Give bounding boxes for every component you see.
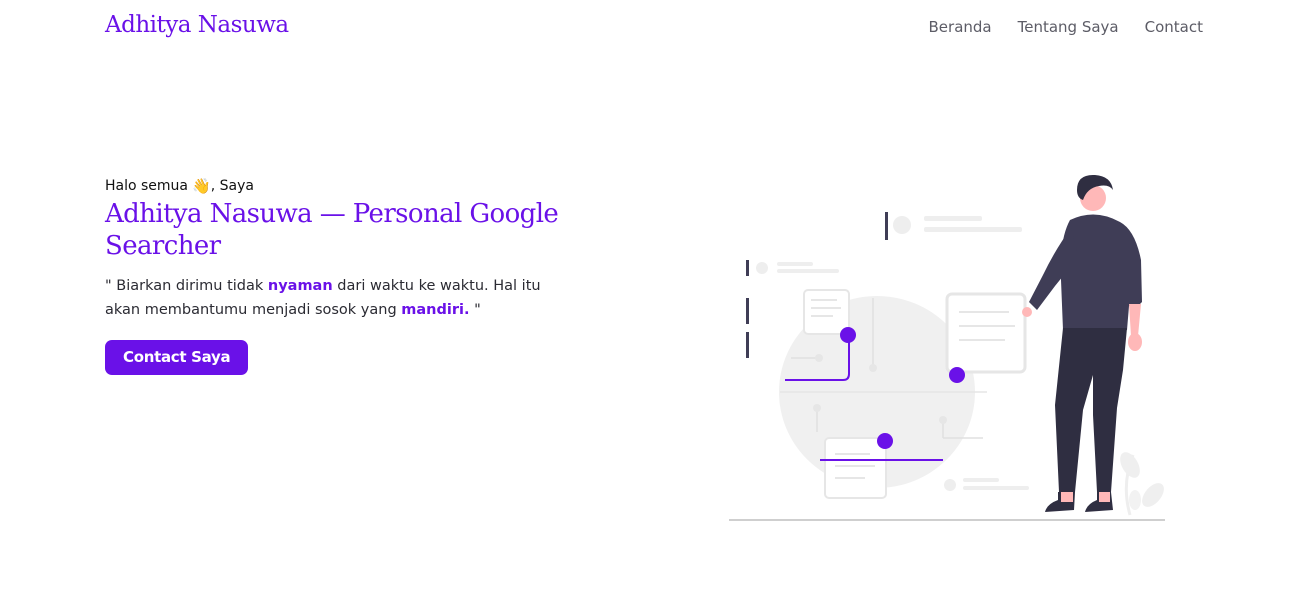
hero-quote: " Biarkan dirimu tidak nyaman dari waktu…	[105, 274, 575, 322]
navbar: Adhitya Nasuwa Beranda Tentang Saya Cont…	[0, 0, 1299, 58]
contact-button[interactable]: Contact Saya	[105, 340, 249, 375]
waving-hand-icon: 👋	[192, 176, 211, 195]
nav-link-tentang-saya[interactable]: Tentang Saya	[1018, 18, 1119, 36]
quote-highlight-nyaman: nyaman	[267, 278, 333, 294]
quote-text-3: "	[469, 302, 481, 318]
nav-links: Beranda Tentang Saya Contact	[929, 18, 1203, 36]
person-with-search-diagram-illustration	[729, 174, 1165, 521]
quote-highlight-mandiri: mandiri.	[401, 302, 470, 318]
nav-link-beranda[interactable]: Beranda	[929, 18, 992, 36]
greeting-prefix: Halo semua	[105, 178, 189, 194]
hero-section: Halo semua 👋 , Saya Adhitya Nasuwa — Per…	[105, 176, 605, 375]
greeting: Halo semua 👋 , Saya	[105, 176, 605, 196]
nav-link-contact[interactable]: Contact	[1145, 18, 1203, 36]
brand-logo[interactable]: Adhitya Nasuwa	[105, 12, 289, 38]
hero-illustration	[725, 170, 1170, 525]
greeting-suffix: , Saya	[210, 178, 254, 194]
hero-title: Adhitya Nasuwa — Personal Google Searche…	[105, 199, 559, 261]
quote-text-1: " Biarkan dirimu tidak	[105, 278, 268, 294]
